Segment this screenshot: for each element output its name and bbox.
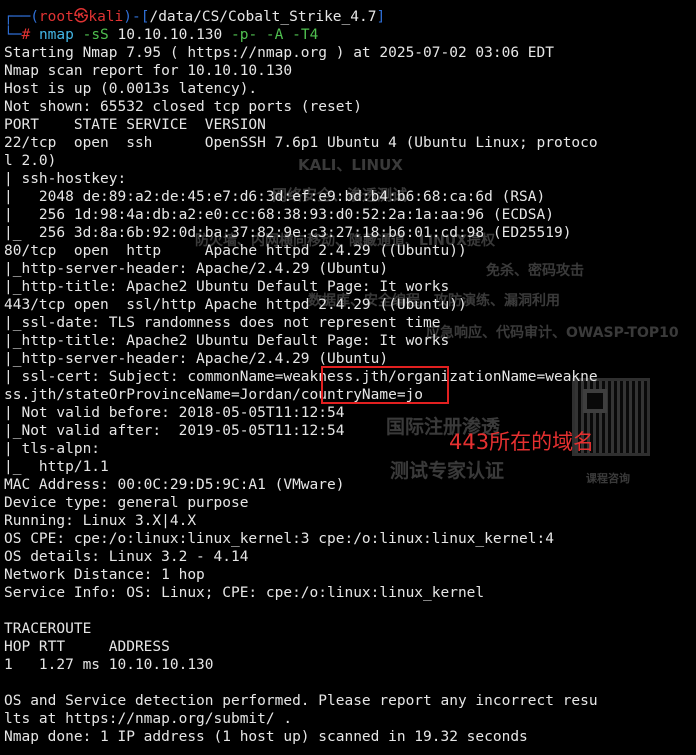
- highlight-box: [321, 366, 449, 404]
- command-name: nmap: [38, 27, 74, 43]
- output-line: 80/tcp open http Apache httpd 2.4.29 ((U…: [4, 243, 467, 259]
- prompt-frame-close: ]: [376, 9, 386, 25]
- command-target: 10.10.10.130: [108, 27, 223, 43]
- output-line: | ssh-hostkey:: [4, 171, 135, 187]
- command-flag: -sS: [73, 27, 109, 43]
- annotation-label: 443所在的域名: [449, 430, 595, 454]
- output-line: TRACEROUTE: [4, 621, 92, 637]
- output-line: Network Distance: 1 hop: [4, 567, 205, 583]
- prompt-frame-mid: )-[: [123, 9, 150, 25]
- output-line: Device type: general purpose: [4, 495, 249, 511]
- output-line: 443/tcp open ssl/http Apache httpd 2.4.2…: [4, 297, 467, 313]
- prompt-user-host: root㉿kali: [38, 9, 124, 25]
- output-line: |_http-title: Apache2 Ubuntu Default Pag…: [4, 333, 450, 349]
- output-line: lts at https://nmap.org/submit/ .: [4, 711, 293, 727]
- output-line: HOP RTT ADDRESS: [4, 639, 170, 655]
- output-line: Not shown: 65532 closed tcp ports (reset…: [4, 99, 362, 115]
- output-line: OS details: Linux 3.2 - 4.14: [4, 549, 249, 565]
- output-line: Nmap scan report for 10.10.10.130: [4, 63, 293, 79]
- prompt-path: /data/CS/Cobalt_Strike_4.7: [149, 9, 377, 25]
- output-line: |_ 256 3d:8a:6b:92:0d:ba:37:82:9e:c3:27:…: [4, 225, 572, 241]
- output-line: PORT STATE SERVICE VERSION: [4, 117, 266, 133]
- output-line: Running: Linux 3.X|4.X: [4, 513, 197, 529]
- output-line: OS CPE: cpe:/o:linux:linux_kernel:3 cpe:…: [4, 531, 554, 547]
- output-line: |_http-server-header: Apache/2.4.29 (Ubu…: [4, 261, 389, 277]
- output-line: MAC Address: 00:0C:29:D5:9C:A1 (VMware): [4, 477, 345, 493]
- command-flag: -p-: [222, 27, 258, 43]
- output-line: |_ssl-date: TLS randomness does not repr…: [4, 315, 441, 331]
- output-line: | 256 1d:98:4a:db:a2:e0:cc:68:38:93:d0:5…: [4, 207, 554, 223]
- prompt-frame-open: ┌──(: [4, 9, 39, 25]
- output-line: OS and Service detection performed. Plea…: [4, 693, 598, 709]
- output-line: Service Info: OS: Linux; CPE: cpe:/o:lin…: [4, 585, 485, 601]
- output-line: l 2.0): [4, 153, 57, 169]
- prompt-hash: #: [21, 27, 39, 43]
- prompt-arrow: └─: [4, 27, 22, 43]
- command-line: └─# nmap -sS 10.10.10.130 -p- -A -T4: [4, 26, 694, 44]
- output-line: Host is up (0.0013s latency).: [4, 81, 258, 97]
- output-line: |_ http/1.1: [4, 459, 109, 475]
- command-flag: -A -T4: [257, 27, 319, 43]
- output-line: Starting Nmap 7.95 ( https://nmap.org ) …: [4, 45, 554, 61]
- output-line: | 2048 de:89:a2:de:45:e7:d6:3d:ef:e9:bd:…: [4, 189, 546, 205]
- output-line: 22/tcp open ssh OpenSSH 7.6p1 Ubuntu 4 (…: [4, 135, 598, 151]
- output-line: 1 1.27 ms 10.10.10.130: [4, 657, 214, 673]
- output-line: | Not valid before: 2018-05-05T11:12:54: [4, 405, 345, 421]
- output-line: |_http-title: Apache2 Ubuntu Default Pag…: [4, 279, 450, 295]
- output-line: Nmap done: 1 IP address (1 host up) scan…: [4, 729, 528, 745]
- prompt-line: ┌──(root㉿kali)-[/data/CS/Cobalt_Strike_4…: [4, 8, 694, 26]
